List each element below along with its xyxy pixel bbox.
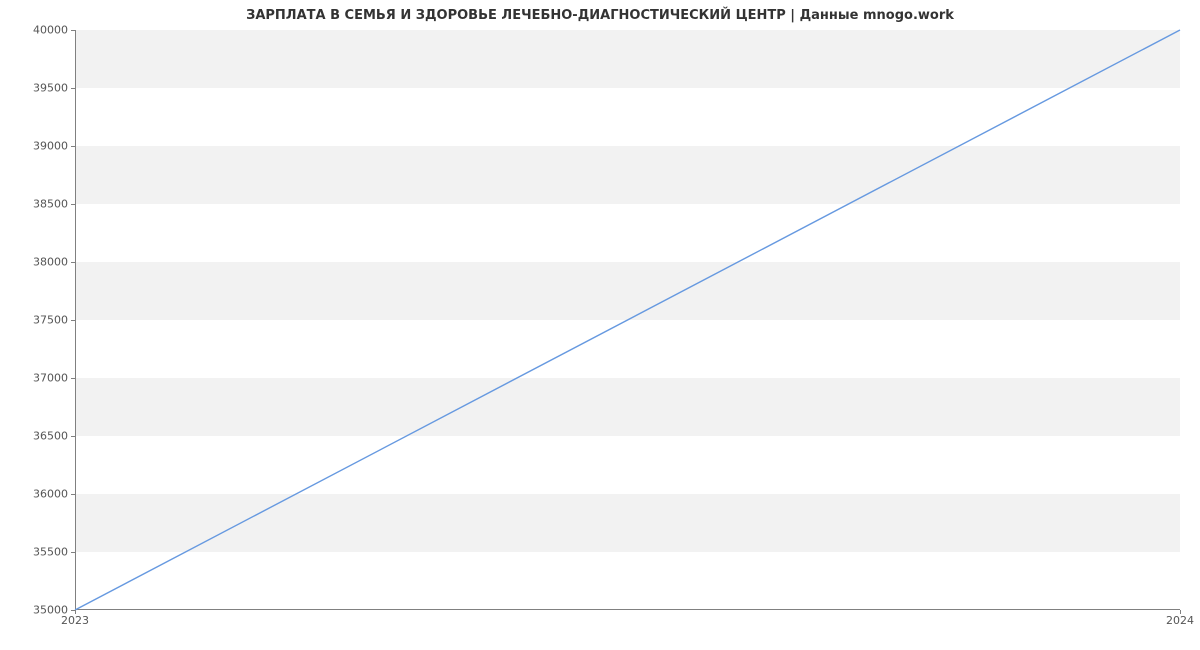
x-tick-mark bbox=[75, 610, 76, 614]
y-tick-label: 38500 bbox=[8, 198, 68, 211]
y-tick-mark bbox=[71, 552, 75, 553]
y-tick-mark bbox=[71, 436, 75, 437]
y-tick-label: 35000 bbox=[8, 604, 68, 617]
y-tick-label: 36000 bbox=[8, 488, 68, 501]
y-tick-mark bbox=[71, 320, 75, 321]
y-tick-mark bbox=[71, 262, 75, 263]
y-tick-mark bbox=[71, 204, 75, 205]
y-tick-label: 39000 bbox=[8, 140, 68, 153]
y-tick-mark bbox=[71, 88, 75, 89]
x-tick-label: 2023 bbox=[61, 614, 89, 627]
y-tick-mark bbox=[71, 30, 75, 31]
y-tick-mark bbox=[71, 146, 75, 147]
y-tick-label: 39500 bbox=[8, 82, 68, 95]
chart-container: ЗАРПЛАТА В СЕМЬЯ И ЗДОРОВЬЕ ЛЕЧЕБНО-ДИАГ… bbox=[0, 0, 1200, 650]
y-tick-label: 37000 bbox=[8, 372, 68, 385]
y-tick-label: 38000 bbox=[8, 256, 68, 269]
plot-area bbox=[75, 30, 1180, 610]
data-line bbox=[75, 30, 1180, 610]
y-tick-label: 37500 bbox=[8, 314, 68, 327]
y-tick-mark bbox=[71, 494, 75, 495]
y-tick-label: 35500 bbox=[8, 546, 68, 559]
x-tick-mark bbox=[1180, 610, 1181, 614]
y-tick-label: 40000 bbox=[8, 24, 68, 37]
y-tick-mark bbox=[71, 378, 75, 379]
x-tick-label: 2024 bbox=[1166, 614, 1194, 627]
y-tick-label: 36500 bbox=[8, 430, 68, 443]
line-layer bbox=[75, 30, 1180, 610]
chart-title: ЗАРПЛАТА В СЕМЬЯ И ЗДОРОВЬЕ ЛЕЧЕБНО-ДИАГ… bbox=[0, 8, 1200, 23]
